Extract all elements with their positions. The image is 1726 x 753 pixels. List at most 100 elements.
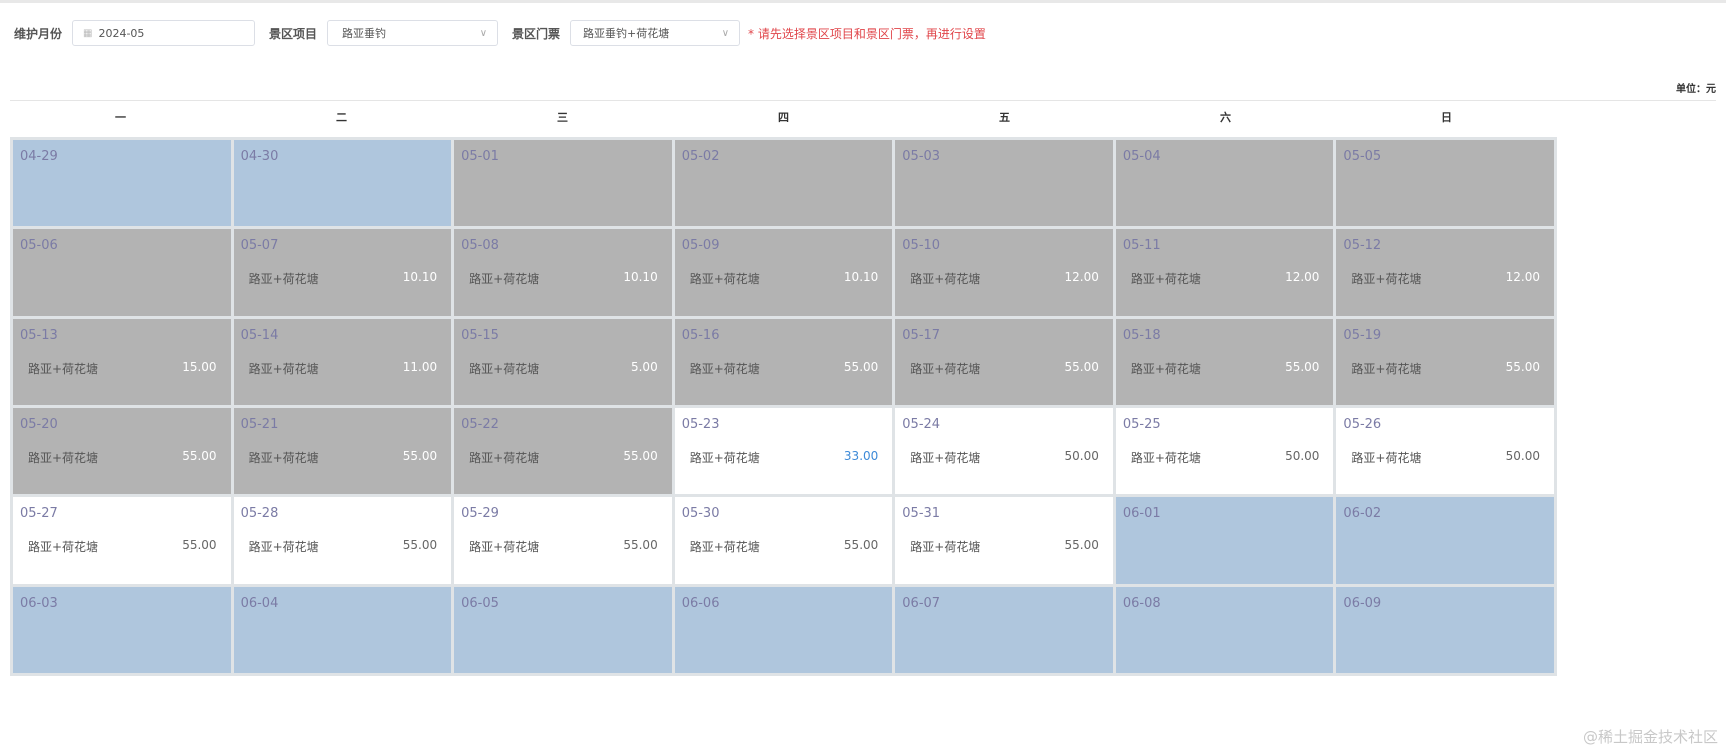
calendar-day-cell[interactable]: 05-29 路亚+荷花塘 55.00 xyxy=(454,497,672,584)
ticket-name: 路亚+荷花塘 xyxy=(689,272,760,287)
ticket-price: 55.00 xyxy=(623,449,658,463)
day-date: 05-11 xyxy=(1122,238,1161,254)
ticket-price: 10.10 xyxy=(623,270,658,285)
ticket-name: 路亚+荷花塘 xyxy=(469,361,540,376)
calendar-day-cell: 05-03 xyxy=(895,140,1113,227)
chevron-down-icon: ∨ xyxy=(479,27,488,39)
calendar-day-cell[interactable]: 05-27 路亚+荷花塘 55.00 xyxy=(13,497,231,584)
ticket-price: 50.00 xyxy=(1505,449,1540,463)
calendar-icon: ▦ xyxy=(83,27,93,39)
calendar-day-cell: 05-01 xyxy=(454,140,672,227)
calendar-day-cell[interactable]: 05-26 路亚+荷花塘 50.00 xyxy=(1336,408,1554,495)
project-value: 路亚垂钓 xyxy=(342,27,387,40)
day-date: 06-08 xyxy=(1122,595,1161,611)
calendar-day-cell: 05-02 xyxy=(674,140,893,227)
ticket-name: 路亚+荷花塘 xyxy=(469,540,540,555)
calendar-day-cell: 05-06 xyxy=(13,229,231,316)
ticket-name: 路亚+荷花塘 xyxy=(1351,272,1422,287)
ticket-price: 33.00 xyxy=(843,449,879,463)
day-date: 06-04 xyxy=(240,595,279,611)
ticket-price: 55.00 xyxy=(402,449,438,463)
ticket-price: 10.10 xyxy=(402,270,438,285)
day-date: 05-15 xyxy=(461,327,499,343)
calendar-day-cell: 05-07 路亚+荷花塘 10.10 xyxy=(233,229,452,316)
day-date: 05-29 xyxy=(461,506,499,522)
ticket-name: 路亚+荷花塘 xyxy=(469,451,540,465)
day-date: 05-04 xyxy=(1122,149,1161,164)
month-picker[interactable]: ▦ 2024-05 xyxy=(72,20,256,46)
ticket-select[interactable]: 路亚垂钓+荷花塘 ∨ xyxy=(570,20,741,46)
day-date: 05-17 xyxy=(902,327,941,343)
ticket-price: 12.00 xyxy=(1064,270,1099,285)
weekday-label: 六 xyxy=(1220,111,1231,124)
calendar-day-cell[interactable]: 05-31 路亚+荷花塘 55.00 xyxy=(895,497,1113,584)
day-date: 06-05 xyxy=(461,595,499,611)
calendar-day-cell: 05-04 xyxy=(1115,140,1334,227)
ticket-price: 55.00 xyxy=(402,538,438,553)
day-date: 05-21 xyxy=(240,417,279,432)
calendar-day-cell: 06-01 xyxy=(1115,497,1334,584)
day-date: 06-01 xyxy=(1122,506,1161,522)
day-date: 05-20 xyxy=(20,417,58,432)
day-date: 05-14 xyxy=(240,327,279,343)
ticket-price: 55.00 xyxy=(182,538,217,553)
day-date: 05-25 xyxy=(1122,417,1161,432)
calendar-day-cell: 05-10 路亚+荷花塘 12.00 xyxy=(895,229,1113,316)
calendar-day-cell[interactable]: 05-30 路亚+荷花塘 55.00 xyxy=(674,497,893,584)
calendar-day-cell: 05-19 路亚+荷花塘 55.00 xyxy=(1336,318,1554,405)
calendar-day-cell: 05-20 路亚+荷花塘 55.00 xyxy=(13,408,231,495)
ticket-name: 路亚+荷花塘 xyxy=(910,451,981,465)
ticket-price: 55.00 xyxy=(1064,359,1099,374)
project-label: 景区项目 xyxy=(269,26,318,41)
ticket-price: 55.00 xyxy=(1285,359,1320,374)
day-date: 05-09 xyxy=(681,238,720,254)
calendar-day-cell: 05-17 路亚+荷花塘 55.00 xyxy=(895,318,1113,405)
ticket-price: 12.00 xyxy=(1505,270,1540,285)
day-date: 05-01 xyxy=(461,149,499,164)
filter-bar: 维护月份 ▦ 2024-05 景区项目 路亚垂钓 ∨ 景区门票 路亚垂钓+荷花塘… xyxy=(14,20,986,46)
day-date: 05-26 xyxy=(1343,417,1382,432)
project-select[interactable]: 路亚垂钓 ∨ xyxy=(327,20,499,46)
ticket-value: 路亚垂钓+荷花塘 xyxy=(583,27,670,40)
ticket-name: 路亚+荷花塘 xyxy=(910,272,981,287)
ticket-name: 路亚+荷花塘 xyxy=(910,361,981,376)
ticket-name: 路亚+荷花塘 xyxy=(689,361,760,376)
day-date: 04-30 xyxy=(240,149,279,164)
weekday-label: 三 xyxy=(557,111,568,124)
ticket-price: 10.10 xyxy=(843,270,879,285)
day-date: 05-08 xyxy=(461,238,499,254)
day-date: 06-02 xyxy=(1343,506,1382,522)
day-date: 05-03 xyxy=(902,149,941,164)
unit-label: 单位：元 xyxy=(1676,84,1716,95)
ticket-name: 路亚+荷花塘 xyxy=(248,540,319,555)
calendar-day-cell: 06-05 xyxy=(454,586,672,673)
ticket-price: 50.00 xyxy=(1064,449,1099,463)
day-date: 05-30 xyxy=(681,506,720,522)
calendar-day-cell[interactable]: 05-24 路亚+荷花塘 50.00 xyxy=(895,408,1113,495)
calendar-day-cell: 06-07 xyxy=(895,586,1113,673)
ticket-price: 55.00 xyxy=(1064,538,1099,553)
day-date: 05-13 xyxy=(20,327,58,343)
ticket-name: 路亚+荷花塘 xyxy=(1130,361,1201,376)
calendar-day-cell: 06-03 xyxy=(13,586,231,673)
calendar-day-cell[interactable]: 05-25 路亚+荷花塘 50.00 xyxy=(1115,408,1334,495)
day-date: 06-07 xyxy=(902,595,941,611)
ticket-name: 路亚+荷花塘 xyxy=(689,540,760,555)
calendar-day-cell: 06-06 xyxy=(674,586,893,673)
calendar-day-cell[interactable]: 05-28 路亚+荷花塘 55.00 xyxy=(233,497,452,584)
calendar-day-cell: 06-09 xyxy=(1336,586,1554,673)
weekday-label: 一 xyxy=(115,111,126,124)
ticket-price: 55.00 xyxy=(1505,359,1540,374)
calendar-day-cell[interactable]: 05-23 路亚+荷花塘 33.00 xyxy=(674,408,893,495)
day-date: 05-12 xyxy=(1343,238,1382,254)
weekday-label: 四 xyxy=(778,111,789,124)
ticket-label: 景区门票 xyxy=(512,26,561,41)
calendar-day-cell: 05-14 路亚+荷花塘 11.00 xyxy=(233,318,452,405)
calendar-day-cell: 05-16 路亚+荷花塘 55.00 xyxy=(674,318,893,405)
ticket-price: 12.00 xyxy=(1285,270,1320,285)
day-date: 05-31 xyxy=(902,506,941,522)
ticket-price: 11.00 xyxy=(402,359,438,374)
ticket-price: 50.00 xyxy=(1285,449,1320,463)
day-date: 05-06 xyxy=(20,238,58,254)
ticket-price: 55.00 xyxy=(623,538,658,553)
